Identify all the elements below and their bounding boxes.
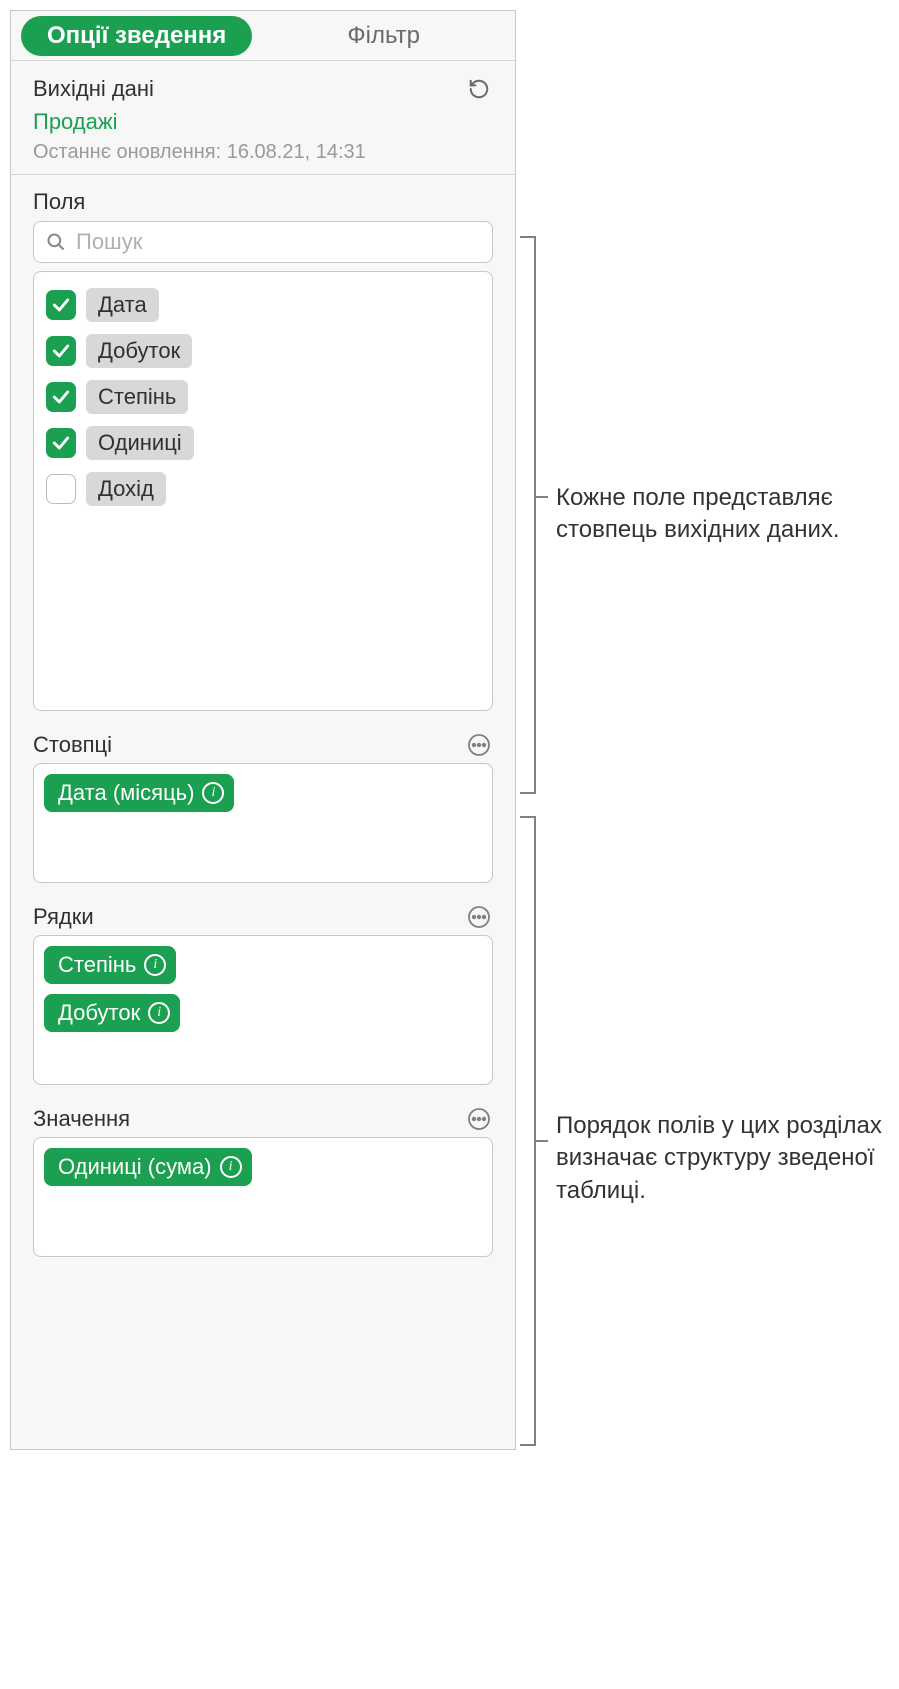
tab-pivot-options[interactable]: Опції зведення (11, 11, 252, 60)
callout-tick (534, 496, 548, 498)
values-section: Значення Одиниці (сума) i (33, 1105, 493, 1257)
callout-bracket (534, 816, 536, 1446)
rows-more-button[interactable] (465, 903, 493, 931)
more-icon (467, 905, 491, 929)
source-section: Вихідні дані Продажі Останнє оновлення: … (11, 61, 515, 175)
field-item: Степінь (44, 374, 482, 420)
field-tag[interactable]: Дохід (86, 472, 166, 506)
source-name[interactable]: Продажі (33, 109, 493, 135)
check-icon (51, 295, 71, 315)
info-icon[interactable]: i (202, 782, 224, 804)
row-chip[interactable]: Степінь i (44, 946, 176, 984)
field-tag[interactable]: Одиниці (86, 426, 194, 460)
info-icon[interactable]: i (220, 1156, 242, 1178)
columns-label: Стовпці (33, 732, 112, 758)
info-icon[interactable]: i (148, 1002, 170, 1024)
info-icon[interactable]: i (144, 954, 166, 976)
field-item: Одиниці (44, 420, 482, 466)
tab-bar: Опції зведення Фільтр (11, 11, 515, 61)
field-item: Дата (44, 282, 482, 328)
field-item: Дохід (44, 466, 482, 512)
check-icon (51, 433, 71, 453)
values-dropzone[interactable]: Одиниці (сума) i (33, 1137, 493, 1257)
more-icon (467, 733, 491, 757)
row-chip-label: Добуток (58, 1000, 140, 1026)
field-checkbox[interactable] (46, 336, 76, 366)
callout-text-structure: Порядок полів у цих розділах визначає ст… (556, 1110, 896, 1207)
field-checkbox[interactable] (46, 474, 76, 504)
field-checkbox[interactable] (46, 290, 76, 320)
check-icon (51, 387, 71, 407)
fields-section: Поля Дата Добуток (33, 189, 493, 711)
tab-filter-label: Фільтр (347, 22, 420, 50)
field-tag[interactable]: Степінь (86, 380, 188, 414)
tab-pivot-options-label: Опції зведення (21, 16, 252, 56)
rows-dropzone[interactable]: Степінь i Добуток i (33, 935, 493, 1085)
search-icon (46, 232, 66, 252)
more-icon (467, 1107, 491, 1131)
fields-search[interactable] (33, 221, 493, 263)
columns-more-button[interactable] (465, 731, 493, 759)
fields-search-input[interactable] (76, 229, 480, 255)
tab-filter[interactable]: Фільтр (252, 11, 515, 60)
callout-text-fields: Кожне поле представляє стовпець вихідних… (556, 482, 896, 547)
field-tag[interactable]: Добуток (86, 334, 192, 368)
source-updated: Останнє оновлення: 16.08.21, 14:31 (33, 141, 493, 164)
field-item: Добуток (44, 328, 482, 374)
columns-dropzone[interactable]: Дата (місяць) i (33, 763, 493, 883)
values-label: Значення (33, 1106, 130, 1132)
field-checkbox[interactable] (46, 428, 76, 458)
field-tag[interactable]: Дата (86, 288, 159, 322)
rows-label: Рядки (33, 904, 94, 930)
callout-tick (534, 1140, 548, 1142)
column-chip-label: Дата (місяць) (58, 780, 194, 806)
values-more-button[interactable] (465, 1105, 493, 1133)
callout-bracket (534, 236, 536, 794)
refresh-icon (468, 78, 490, 100)
check-icon (51, 341, 71, 361)
columns-section: Стовпці Дата (місяць) i (33, 731, 493, 883)
value-chip-label: Одиниці (сума) (58, 1154, 212, 1180)
fields-label: Поля (33, 189, 493, 215)
rows-section: Рядки Степінь i Добуток i (33, 903, 493, 1085)
pivot-options-panel: Опції зведення Фільтр Вихідні дані Прода… (10, 10, 516, 1450)
row-chip[interactable]: Добуток i (44, 994, 180, 1032)
column-chip[interactable]: Дата (місяць) i (44, 774, 234, 812)
callout-tick (520, 236, 534, 238)
panel-content: Поля Дата Добуток (11, 175, 515, 1449)
row-chip-label: Степінь (58, 952, 136, 978)
source-title: Вихідні дані (33, 76, 154, 102)
callout-tick (520, 816, 534, 818)
callout-tick (520, 1444, 534, 1446)
callout-tick (520, 792, 534, 794)
field-checkbox[interactable] (46, 382, 76, 412)
fields-list: Дата Добуток Степінь (33, 271, 493, 711)
refresh-button[interactable] (465, 75, 493, 103)
value-chip[interactable]: Одиниці (сума) i (44, 1148, 252, 1186)
